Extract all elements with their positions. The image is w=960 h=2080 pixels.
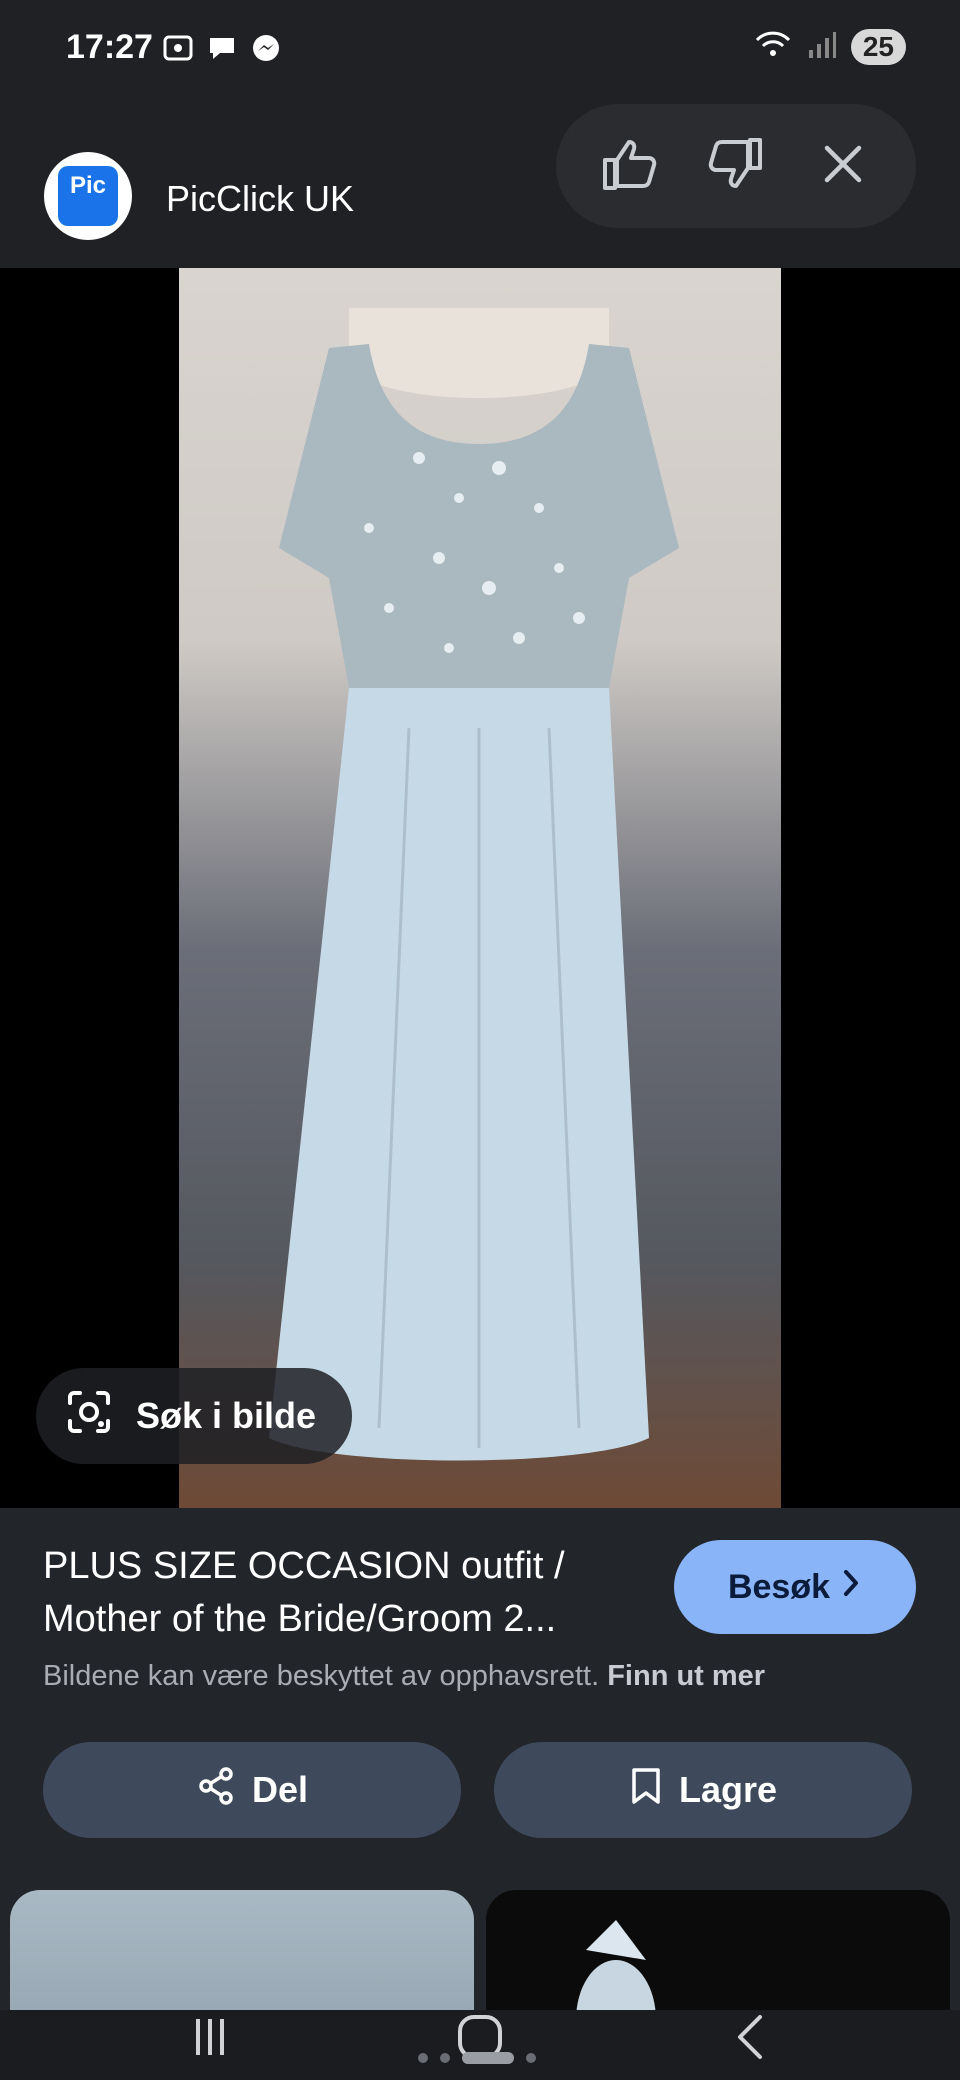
share-icon xyxy=(196,1766,236,1815)
thumbs-down-icon xyxy=(706,136,766,197)
page-indicator xyxy=(418,2052,536,2064)
page-dot xyxy=(418,2053,428,2063)
recent-apps-button[interactable] xyxy=(160,2010,260,2068)
site-logo-text: Pic xyxy=(58,166,118,226)
search-in-image-label: Søk i bilde xyxy=(136,1395,317,1436)
save-label: Lagre xyxy=(678,1769,778,1810)
back-button[interactable] xyxy=(700,2010,800,2068)
messenger-icon xyxy=(250,32,282,69)
feedback-bar xyxy=(556,104,916,228)
chevron-right-icon xyxy=(840,1568,862,1607)
battery-indicator: 25 xyxy=(850,28,906,65)
lens-icon xyxy=(64,1387,114,1446)
thumbs-up-button[interactable] xyxy=(584,121,674,211)
thumbs-down-button[interactable] xyxy=(691,121,781,211)
copyright-notice: Bildene kan være beskyttet av opphavsret… xyxy=(43,1660,765,1693)
learn-more-link[interactable]: Finn ut mer xyxy=(607,1660,765,1692)
site-name[interactable]: PicClick UK xyxy=(166,178,354,220)
status-bar: 17:27 25 xyxy=(0,0,960,100)
source-header: Pic PicClick UK xyxy=(0,100,960,268)
share-label: Del xyxy=(251,1769,309,1810)
page-dot xyxy=(440,2053,450,2063)
site-logo[interactable]: Pic xyxy=(44,152,132,240)
chat-bubble-icon xyxy=(206,32,238,69)
close-icon xyxy=(821,142,865,191)
screenshot-icon xyxy=(162,32,194,69)
wifi-icon xyxy=(753,28,793,65)
back-icon xyxy=(730,2013,770,2066)
close-button[interactable] xyxy=(798,121,888,211)
bookmark-icon xyxy=(629,1766,663,1815)
product-image[interactable] xyxy=(179,268,781,1508)
copyright-text: Bildene kan være beskyttet av opphavsret… xyxy=(43,1660,600,1692)
status-right: 25 xyxy=(753,28,906,65)
result-title[interactable]: PLUS SIZE OCCASION outfit / Mother of th… xyxy=(43,1540,643,1646)
search-in-image-button[interactable]: Søk i bilde xyxy=(36,1368,353,1464)
notification-icons xyxy=(162,32,282,69)
result-title-line-1: PLUS SIZE OCCASION outfit / xyxy=(43,1545,565,1587)
dress-illustration xyxy=(269,308,679,1461)
system-navigation-bar xyxy=(0,2010,960,2080)
page-dot-active xyxy=(462,2052,514,2064)
image-viewer: Søk i bilde xyxy=(0,268,960,1508)
recent-apps-icon xyxy=(188,2015,232,2064)
visit-label: Besøk xyxy=(727,1567,831,1606)
status-time: 17:27 xyxy=(66,28,153,66)
signal-icon xyxy=(807,28,837,65)
share-button[interactable]: Del xyxy=(43,1742,461,1838)
result-info-panel: PLUS SIZE OCCASION outfit / Mother of th… xyxy=(0,1508,960,2080)
thumbs-up-icon xyxy=(599,136,659,197)
save-button[interactable]: Lagre xyxy=(494,1742,912,1838)
visit-button[interactable]: Besøk xyxy=(674,1540,916,1634)
page-dot xyxy=(526,2053,536,2063)
result-title-line-2: Mother of the Bride/Groom 2... xyxy=(43,1598,557,1640)
